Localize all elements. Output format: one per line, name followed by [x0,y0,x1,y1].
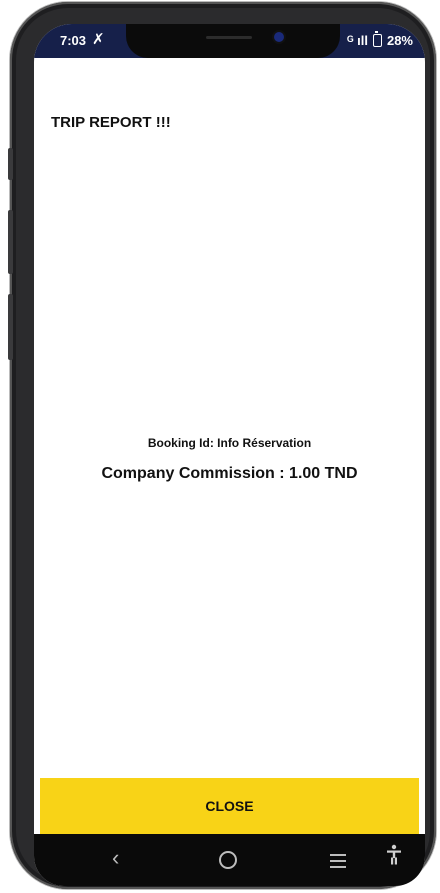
status-indicators: ᴳ ıll 28% [347,31,413,48]
accessibility-icon[interactable] [386,844,402,873]
accessibility-glyph [387,844,401,865]
speaker-grille [206,36,252,39]
booking-id-label: Booking Id: Info Réservation [147,436,312,450]
status-bar: 7:03 ✗ ᴳ ıll 28% [34,24,425,58]
recents-icon[interactable] [330,854,346,872]
battery-icon [372,31,382,47]
home-icon[interactable] [219,851,237,869]
status-time: 7:03 [60,33,87,48]
signal-icon: ᴳ ıll [347,33,368,48]
volume-button [8,210,13,274]
screen: 7:03 ✗ ᴳ ıll 28% TRIP REPORT !!! Booking… [34,24,425,886]
volume-button [8,148,13,180]
company-commission: Company Commission : 1.00 TND [101,465,358,482]
close-button[interactable]: CLOSE [40,778,419,834]
battery-level: 28% [386,33,413,48]
data-off-icon: ✗ [92,31,105,48]
page-title: TRIP REPORT !!! [51,114,171,131]
camera-notch [126,24,340,58]
power-button [8,294,13,360]
camera-icon [274,32,284,42]
navigation-bar: ‹ [34,834,425,886]
back-icon[interactable]: ‹ [112,844,119,872]
